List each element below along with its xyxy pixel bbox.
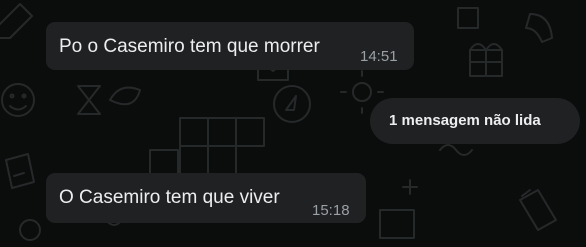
- message-text: O Casemiro tem que viver: [59, 187, 280, 208]
- unread-messages-divider: 1 mensagem não lida: [370, 98, 580, 144]
- message-timestamp: 15:18: [312, 202, 350, 219]
- message-timestamp: 14:51: [360, 48, 398, 65]
- chat-conversation-area[interactable]: Po o Casemiro tem que morrer 14:51 1 men…: [0, 0, 586, 247]
- incoming-message-bubble[interactable]: Po o Casemiro tem que morrer 14:51: [46, 22, 414, 70]
- incoming-message-bubble[interactable]: O Casemiro tem que viver 15:18: [46, 173, 366, 223]
- message-text: Po o Casemiro tem que morrer: [59, 36, 320, 57]
- unread-messages-label: 1 mensagem não lida: [389, 112, 541, 129]
